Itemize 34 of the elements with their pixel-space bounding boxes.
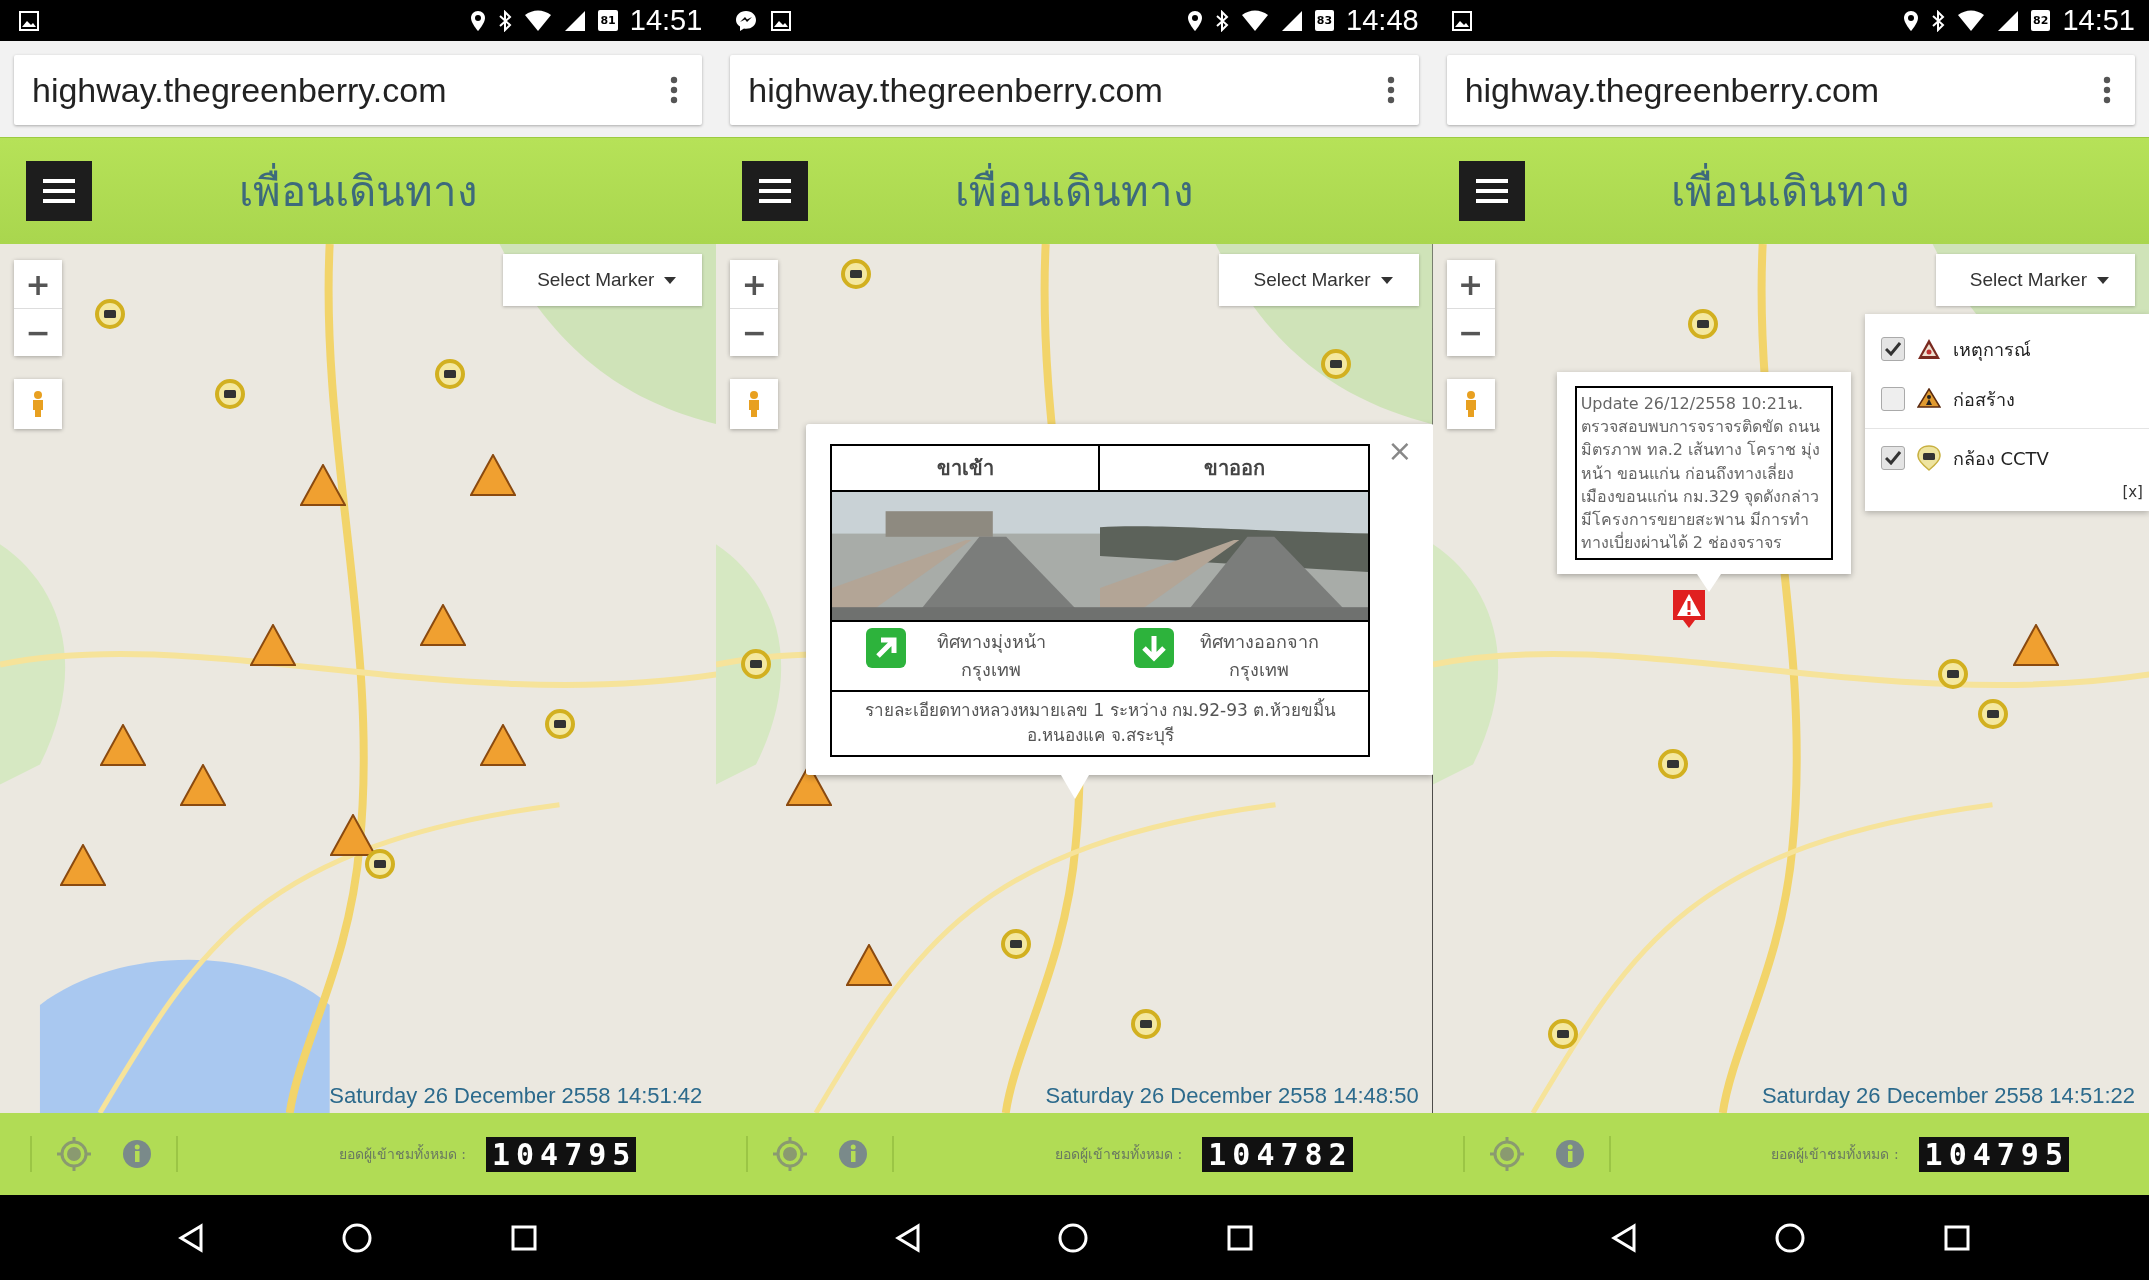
visitor-count-label: ยอดผู้เข้าชมทั้งหมด :	[1771, 1143, 1899, 1165]
visitor-count-label: ยอดผู้เข้าชมทั้งหมด :	[338, 1143, 466, 1165]
url-text: highway.thegreenberry.com	[748, 70, 1163, 110]
visitor-count-label: ยอดผู้เข้าชมทั้งหมด :	[1055, 1143, 1183, 1165]
zoom-in-button[interactable]: +	[14, 260, 62, 308]
zoom-in-button[interactable]: +	[1446, 260, 1495, 308]
visitor-counter: 104782	[1202, 1136, 1353, 1172]
timestamp: Saturday 26 December 2558 14:51:22	[1761, 1083, 2135, 1109]
battery-level: 81	[598, 10, 618, 31]
url-text: highway.thegreenberry.com	[1464, 70, 1880, 110]
clock: 14:51	[629, 4, 703, 37]
battery-level: 83	[1314, 10, 1335, 31]
incident-text: Update 26/12/2558 10:21น. ตรวจสอบพบการจราจรติดขัด ถนนมิตรภาพ ทล.2 เส้นทาง โคราช มุ่งหน้า ขอนแก่น ก่อนถึงทางเลี่ยงเมืองขอนแก่น กม.329 จุดดังกล่าวมีโครงการขยายสะพาน มีการทำทางเบี่ยงผ่านได้ 2 ช่องจราจร	[1574, 386, 1833, 561]
close-link[interactable]: [x]	[2122, 483, 2143, 501]
visitor-counter: 104795	[485, 1136, 637, 1172]
address-bar[interactable]: highway.thegreenberry.com	[730, 55, 1419, 125]
visitor-counter: 104795	[1918, 1136, 2069, 1172]
clock: 14:48	[1346, 4, 1419, 37]
app-title: เพื่อนเดินทาง	[92, 158, 625, 224]
clock: 14:51	[2062, 4, 2135, 37]
marker-type-label: เหตุการณ์	[1952, 337, 2031, 363]
url-text: highway.thegreenberry.com	[32, 70, 447, 110]
zoom-out-button[interactable]: −	[1446, 308, 1495, 356]
app-title: เพื่อนเดินทาง	[1524, 158, 2057, 224]
app-title: เพื่อนเดินทาง	[808, 158, 1341, 224]
timestamp: Saturday 26 December 2558 14:51:42	[329, 1083, 703, 1109]
address-bar[interactable]: highway.thegreenberry.com	[14, 55, 703, 125]
select-marker-dropdown[interactable]: Select Marker	[503, 254, 703, 306]
marker-type-label: กล้อง CCTV	[1952, 446, 2049, 471]
marker-type-label: ก่อสร้าง	[1952, 387, 2015, 412]
zoom-out-button[interactable]: −	[14, 308, 62, 356]
battery-level: 82	[2031, 10, 2051, 31]
select-marker-dropdown[interactable]: Select Marker	[1935, 254, 2135, 306]
address-bar[interactable]: highway.thegreenberry.com	[1446, 55, 2135, 125]
